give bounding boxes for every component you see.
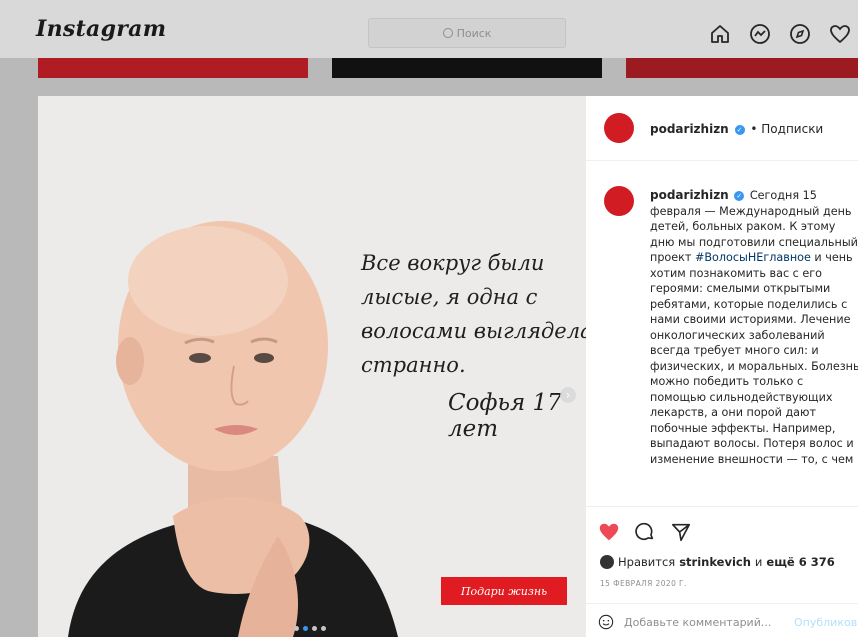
action-icons xyxy=(598,521,692,543)
background-feed xyxy=(0,58,858,80)
heart-icon[interactable] xyxy=(828,22,852,46)
search-input[interactable]: Поиск xyxy=(368,18,566,48)
search-icon xyxy=(442,28,453,38)
carousel-next-button[interactable]: › xyxy=(560,387,576,403)
likes-count[interactable]: ещё 6 376 xyxy=(766,555,834,569)
post-header: podarizhizn ✓ • Подписки xyxy=(586,96,858,161)
header-username[interactable]: podarizhizn xyxy=(650,122,729,136)
quote-text: Все вокруг были лысые, я одна с волосами… xyxy=(361,246,586,382)
caption-username[interactable]: podarizhizn xyxy=(650,188,729,202)
post-actions: Нравится strinkevich и ещё 6 376 15 ФЕВР… xyxy=(586,506,858,637)
carousel-dot-active xyxy=(303,626,308,631)
home-icon[interactable] xyxy=(708,22,732,46)
liker-avatar xyxy=(600,555,614,569)
post-details-panel: podarizhizn ✓ • Подписки podarizhizn ✓ С… xyxy=(586,96,858,637)
avatar[interactable] xyxy=(604,113,634,143)
likes-prefix: Нравится xyxy=(618,555,676,569)
publish-button[interactable]: Опубликов xyxy=(794,616,857,629)
quote-line: странно. xyxy=(361,353,466,377)
post-image[interactable]: Все вокруг были лысые, я одна с волосами… xyxy=(38,96,586,637)
carousel-dot xyxy=(321,626,326,631)
nav-icons xyxy=(708,22,852,46)
quote-line: Все вокруг были xyxy=(361,251,545,275)
feed-thumb-2 xyxy=(332,58,602,78)
explore-icon[interactable] xyxy=(788,22,812,46)
header-text: podarizhizn ✓ • Подписки xyxy=(650,122,823,136)
chevron-right-icon: › xyxy=(565,388,571,402)
quote-line: лысые, я одна с xyxy=(361,285,538,309)
verified-icon: ✓ xyxy=(734,191,745,201)
caption: podarizhizn ✓ Сегодня 15 февраля — Между… xyxy=(650,188,858,467)
comment-icon[interactable] xyxy=(634,521,656,543)
likes-summary: Нравится strinkevich и ещё 6 376 xyxy=(600,555,835,569)
carousel-dot xyxy=(294,626,299,631)
likes-and: и xyxy=(754,555,763,569)
post-date[interactable]: 15 ФЕВРАЛЯ 2020 Г. xyxy=(600,579,687,588)
messenger-icon[interactable] xyxy=(748,22,772,46)
feed-thumb-3 xyxy=(626,58,858,78)
like-heart-icon[interactable] xyxy=(598,521,620,543)
caption-text-continued: и чень хотим познакомить вас с его героя… xyxy=(650,251,858,466)
share-icon[interactable] xyxy=(670,521,692,543)
emoji-icon[interactable] xyxy=(598,614,614,630)
comment-input[interactable]: Добавьте комментарий... xyxy=(624,616,771,629)
instagram-logo[interactable]: Instagram xyxy=(36,16,166,42)
feed-thumb-1 xyxy=(38,58,308,78)
comment-row: Добавьте комментарий... Опубликов xyxy=(586,603,858,637)
search-placeholder: Поиск xyxy=(456,26,492,40)
caption-avatar[interactable] xyxy=(604,186,634,216)
likes-user[interactable]: strinkevich xyxy=(679,555,751,569)
caption-hashtag[interactable]: #ВолосыНЕглавное xyxy=(695,251,811,264)
follow-status[interactable]: • Подписки xyxy=(750,122,823,136)
carousel-dot xyxy=(312,626,317,631)
top-nav-bar: Instagram Поиск xyxy=(0,0,858,58)
quote-line: волосами выглядела xyxy=(361,319,586,343)
brand-badge: Подари жизнь xyxy=(441,577,567,605)
verified-icon: ✓ xyxy=(734,124,745,135)
carousel-dots xyxy=(294,626,326,631)
